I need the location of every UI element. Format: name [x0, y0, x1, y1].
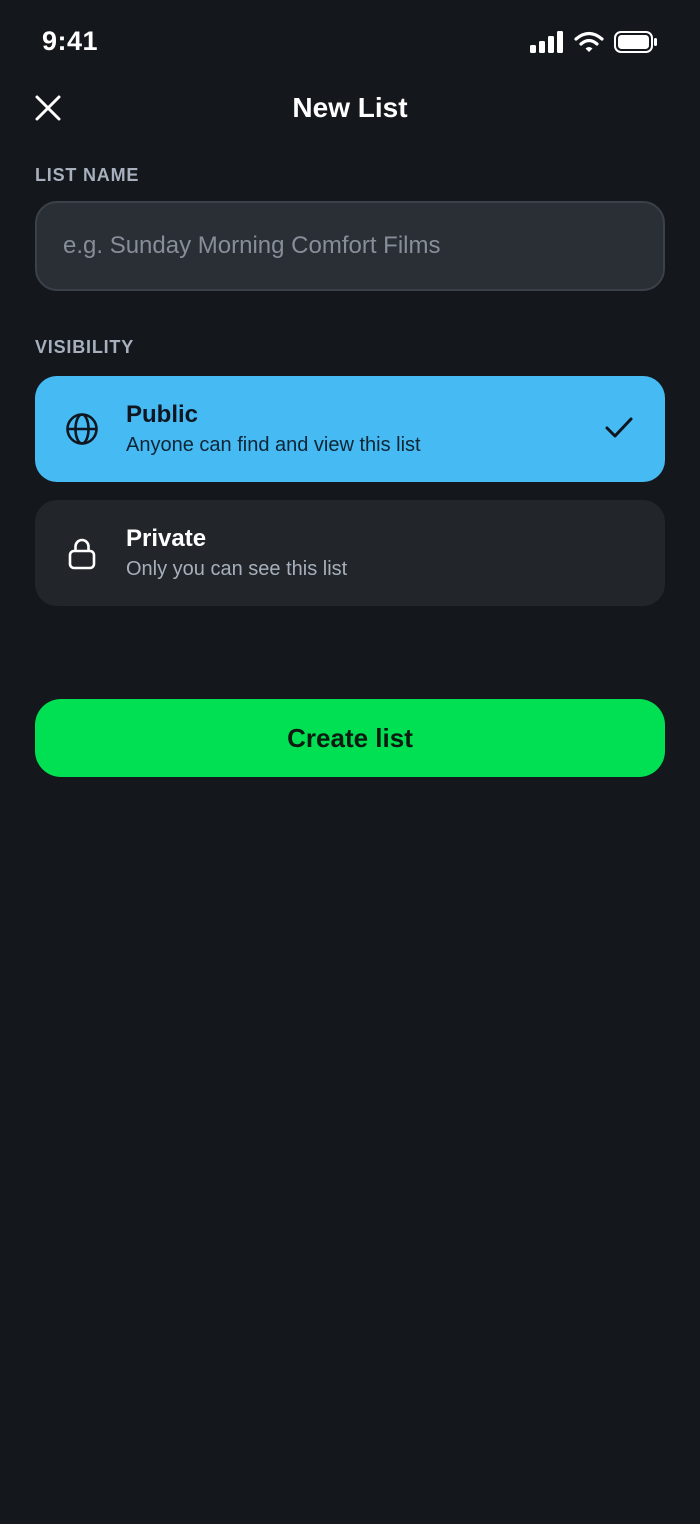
visibility-option-public[interactable]: Public Anyone can find and view this lis…: [35, 376, 665, 482]
page-title: New List: [292, 92, 408, 123]
create-list-button[interactable]: Create list: [35, 699, 665, 777]
new-list-screen: 9:41 New List LIST NAME e.g. Sunday Morn…: [0, 0, 700, 1524]
option-title: Private: [126, 525, 207, 552]
visibility-label: VISIBILITY: [35, 337, 135, 357]
list-name-label: LIST NAME: [35, 165, 140, 185]
list-name-input[interactable]: [35, 201, 665, 291]
status-icons: [530, 31, 658, 53]
lock-icon: [68, 538, 96, 570]
header: New List: [0, 80, 700, 136]
status-time: 9:41: [42, 26, 99, 56]
visibility-option-private[interactable]: Private Only you can see this list: [35, 500, 665, 606]
check-icon: [605, 417, 633, 438]
battery-icon: [614, 31, 657, 53]
option-description: Only you can see this list: [126, 558, 348, 580]
wifi-icon: [574, 31, 604, 52]
option-description: Anyone can find and view this list: [126, 434, 421, 456]
signal-icon: [530, 31, 563, 53]
option-title: Public: [126, 401, 199, 428]
globe-icon: [66, 413, 98, 445]
status-bar: 9:41: [0, 0, 700, 88]
